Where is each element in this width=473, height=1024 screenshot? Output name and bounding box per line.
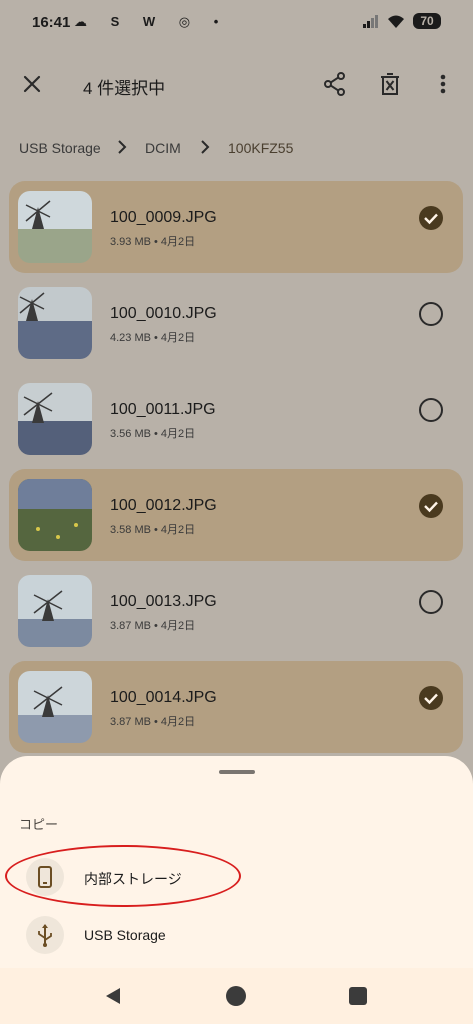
recents-icon[interactable] [349,987,367,1005]
image-thumbnail [18,671,92,743]
status-bar: 16:41 ☁ S W ◎ • 70 [0,0,473,48]
file-name: 100_0014.JPG [110,689,217,706]
file-meta: 3.87 MB • 4月2日 [110,620,196,632]
unchecked-icon[interactable] [419,590,443,614]
destination-usb-storage[interactable]: USB Storage [0,912,473,968]
file-row[interactable]: 100_0014.JPG 3.87 MB • 4月2日 [9,661,463,753]
breadcrumb-dcim[interactable]: DCIM [145,140,181,156]
back-icon[interactable] [104,986,122,1006]
checked-icon[interactable] [419,686,443,710]
file-meta: 3.93 MB • 4月2日 [110,236,196,248]
navigation-bar [0,968,473,1024]
unchecked-icon[interactable] [419,302,443,326]
file-row[interactable]: 100_0010.JPG 4.23 MB • 4月2日 [9,277,463,369]
delete-icon[interactable] [376,70,404,98]
unchecked-icon[interactable] [419,398,443,422]
file-row[interactable]: 100_0011.JPG 3.56 MB • 4月2日 [9,373,463,465]
file-name: 100_0010.JPG [110,305,217,322]
file-meta: 3.58 MB • 4月2日 [110,524,196,536]
home-icon[interactable] [226,986,246,1006]
breadcrumb-usb-storage[interactable]: USB Storage [19,140,101,156]
image-thumbnail [18,191,92,263]
notification-icons: ☁ S W ◎ • [74,14,229,29]
file-row[interactable]: 100_0013.JPG 3.87 MB • 4月2日 [9,565,463,657]
image-thumbnail [18,575,92,647]
file-name: 100_0009.JPG [110,209,217,226]
file-meta: 3.87 MB • 4月2日 [110,716,196,728]
drag-handle[interactable] [219,770,255,774]
battery-indicator: 70 [413,13,441,29]
selection-toolbar: 4 件選択中 [0,48,473,120]
image-thumbnail [18,287,92,359]
signal-icon [363,15,378,28]
more-vert-icon[interactable] [433,70,453,98]
breadcrumb-100kfz55[interactable]: 100KFZ55 [228,140,293,156]
checked-icon[interactable] [419,206,443,230]
file-meta: 4.23 MB • 4月2日 [110,332,196,344]
image-thumbnail [18,383,92,455]
wifi-icon [388,15,404,28]
close-icon[interactable] [18,70,46,98]
status-time: 16:41 [32,14,71,31]
share-icon[interactable] [321,70,349,98]
checked-icon[interactable] [419,494,443,518]
usb-icon [26,916,64,954]
file-name: 100_0011.JPG [110,401,216,418]
file-row[interactable]: 100_0009.JPG 3.93 MB • 4月2日 [9,181,463,273]
image-thumbnail [18,479,92,551]
destination-label: USB Storage [84,927,166,943]
file-meta: 3.56 MB • 4月2日 [110,428,196,440]
sheet-title: コピー [19,817,59,832]
breadcrumb: USB Storage DCIM 100KFZ55 [0,128,473,170]
status-right-group: 70 [363,13,441,29]
highlight-annotation [5,845,241,907]
file-name: 100_0012.JPG [110,497,217,514]
file-name: 100_0013.JPG [110,593,217,610]
selection-count-title: 4 件選択中 [83,79,166,98]
file-row[interactable]: 100_0012.JPG 3.58 MB • 4月2日 [9,469,463,561]
chevron-right-icon [118,140,127,154]
chevron-right-icon [201,140,210,154]
